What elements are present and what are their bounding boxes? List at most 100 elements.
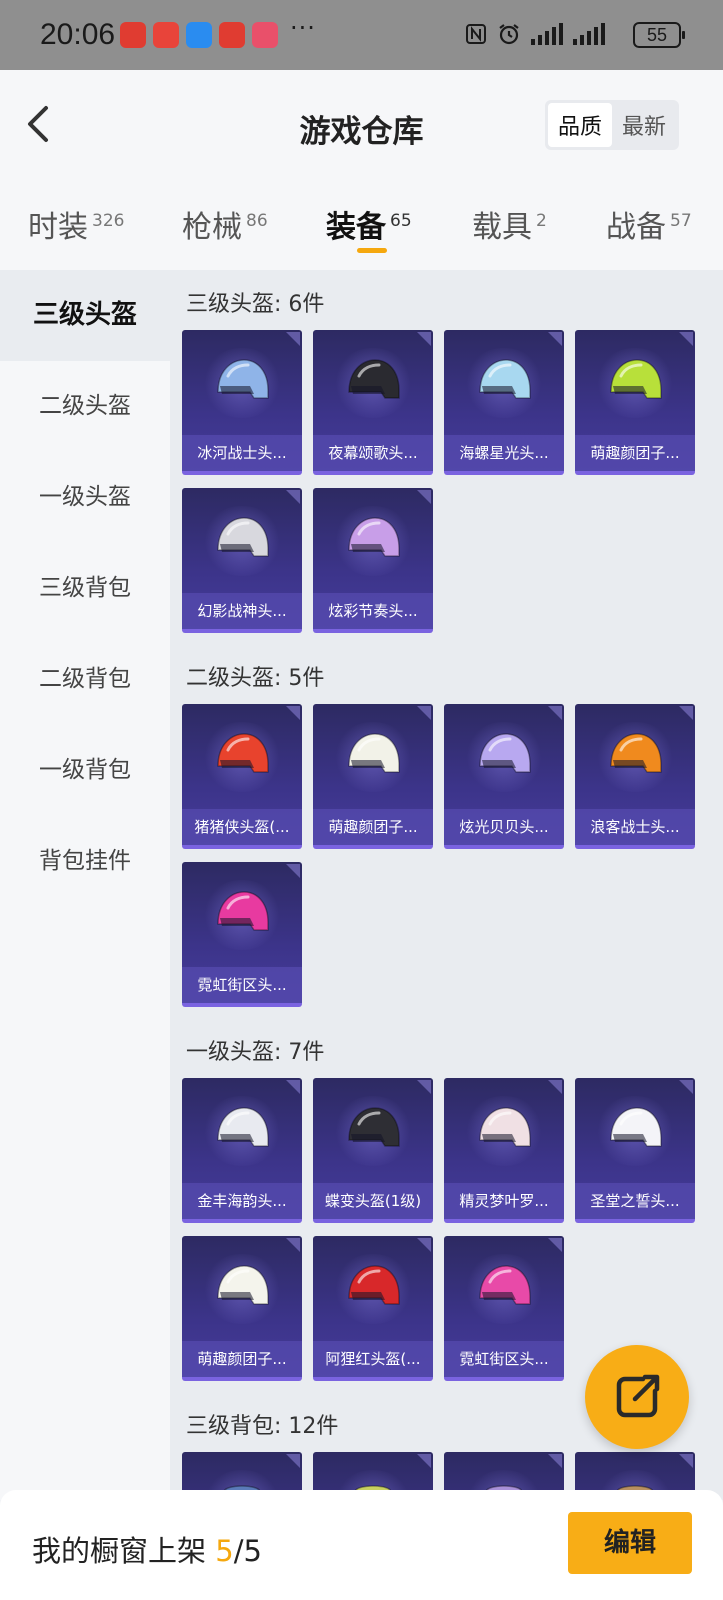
tab-vehicles[interactable]: 载具 2 bbox=[472, 202, 547, 246]
helmet-icon bbox=[479, 733, 531, 773]
item-card[interactable]: 幻影战神头... bbox=[182, 488, 302, 633]
app-notification-icon bbox=[153, 22, 179, 48]
item-card[interactable]: 金丰海韵头... bbox=[182, 1078, 302, 1223]
card-corner bbox=[679, 1454, 693, 1468]
helmet-icon bbox=[348, 517, 400, 557]
item-card[interactable]: 猪猪侠头盔(... bbox=[182, 704, 302, 849]
helmet-icon bbox=[479, 1107, 531, 1147]
card-corner bbox=[548, 1454, 562, 1468]
tab-label: 战备 bbox=[606, 210, 666, 245]
card-corner bbox=[548, 1080, 562, 1094]
item-card[interactable]: 炫光贝贝头... bbox=[444, 704, 564, 849]
tab-count: 2 bbox=[536, 211, 547, 231]
card-corner bbox=[286, 706, 300, 720]
helmet-icon bbox=[348, 359, 400, 399]
tab-supplies[interactable]: 战备 57 bbox=[606, 202, 692, 246]
helmet-icon bbox=[217, 1107, 269, 1147]
section-title: 三级背包: 12件 bbox=[186, 1414, 339, 1439]
sidebar-item-level1-backpack[interactable]: 一级背包 bbox=[0, 725, 170, 816]
item-card[interactable]: 蝶变头盔(1级) bbox=[313, 1078, 433, 1223]
section-title: 三级头盔: 6件 bbox=[186, 292, 325, 317]
card-corner bbox=[679, 706, 693, 720]
sort-toggle: 品质 最新 bbox=[544, 100, 679, 150]
helmet-icon bbox=[348, 1107, 400, 1147]
item-card[interactable]: 夜幕颂歌头... bbox=[313, 330, 433, 475]
tab-label: 枪械 bbox=[182, 210, 242, 245]
card-corner bbox=[286, 1454, 300, 1468]
helmet-icon bbox=[479, 1265, 531, 1305]
sidebar-item-level3-backpack[interactable]: 三级背包 bbox=[0, 543, 170, 634]
section-title: 二级头盔: 5件 bbox=[186, 666, 325, 691]
item-card[interactable]: 炫彩节奏头... bbox=[313, 488, 433, 633]
item-name: 阿狸红头盔(... bbox=[313, 1341, 433, 1377]
app-notification-icon bbox=[120, 22, 146, 48]
item-name: 浪客战士头... bbox=[575, 809, 695, 845]
item-name: 炫彩节奏头... bbox=[313, 593, 433, 629]
app-notification-icon bbox=[219, 22, 245, 48]
item-card[interactable]: 萌趣颜团子... bbox=[313, 704, 433, 849]
card-corner bbox=[417, 1454, 431, 1468]
item-card[interactable]: 海螺星光头... bbox=[444, 330, 564, 475]
status-bar: 20:06 ··· 55 bbox=[0, 0, 723, 70]
card-corner bbox=[286, 490, 300, 504]
card-corner bbox=[417, 332, 431, 346]
item-card[interactable]: 精灵梦叶罗... bbox=[444, 1078, 564, 1223]
item-card[interactable]: 霓虹街区头... bbox=[444, 1236, 564, 1381]
sidebar-item-level2-helmet[interactable]: 二级头盔 bbox=[0, 361, 170, 452]
tab-weapons[interactable]: 枪械 86 bbox=[182, 202, 268, 246]
item-card[interactable]: 阿狸红头盔(... bbox=[313, 1236, 433, 1381]
item-name: 炫光贝贝头... bbox=[444, 809, 564, 845]
sidebar-item-backpack-charms[interactable]: 背包挂件 bbox=[0, 816, 170, 907]
card-corner bbox=[679, 332, 693, 346]
item-name: 幻影战神头... bbox=[182, 593, 302, 629]
tab-label: 时装 bbox=[28, 210, 88, 245]
tab-count: 57 bbox=[670, 211, 692, 231]
active-tab-indicator bbox=[357, 248, 387, 253]
item-card[interactable]: 冰河战士头... bbox=[182, 330, 302, 475]
helmet-icon bbox=[479, 359, 531, 399]
helmet-icon bbox=[217, 1265, 269, 1305]
item-card[interactable]: 萌趣颜团子... bbox=[182, 1236, 302, 1381]
card-corner bbox=[417, 490, 431, 504]
app-notification-icon bbox=[186, 22, 212, 48]
item-name: 夜幕颂歌头... bbox=[313, 435, 433, 471]
item-card[interactable]: 圣堂之誓头... bbox=[575, 1078, 695, 1223]
item-card[interactable]: 萌趣颜团子... bbox=[575, 330, 695, 475]
helmet-icon bbox=[217, 359, 269, 399]
sidebar-item-level3-helmet[interactable]: 三级头盔 bbox=[0, 270, 170, 361]
card-corner bbox=[548, 1238, 562, 1252]
battery-icon: 55 bbox=[633, 22, 685, 48]
tab-count: 86 bbox=[246, 211, 268, 231]
sort-latest-button[interactable]: 最新 bbox=[612, 103, 676, 147]
helmet-icon bbox=[217, 891, 269, 931]
item-name: 霓虹街区头... bbox=[182, 967, 302, 1003]
item-card[interactable]: 浪客战士头... bbox=[575, 704, 695, 849]
tab-fashion[interactable]: 时装 326 bbox=[28, 202, 124, 246]
share-button[interactable] bbox=[585, 1345, 689, 1449]
item-name: 金丰海韵头... bbox=[182, 1183, 302, 1219]
item-card[interactable]: 霓虹街区头... bbox=[182, 862, 302, 1007]
more-notifications-icon: ··· bbox=[290, 14, 316, 42]
tab-label: 装备 bbox=[326, 210, 386, 245]
header: 游戏仓库 品质 最新 bbox=[0, 70, 723, 180]
item-name: 猪猪侠头盔(... bbox=[182, 809, 302, 845]
showcase-label: 我的橱窗上架 5/5 bbox=[32, 1528, 262, 1570]
item-name: 冰河战士头... bbox=[182, 435, 302, 471]
card-corner bbox=[286, 1238, 300, 1252]
nfc-icon bbox=[466, 24, 486, 44]
item-name: 圣堂之誓头... bbox=[575, 1183, 695, 1219]
tab-equipment[interactable]: 装备 65 bbox=[326, 202, 412, 246]
alarm-icon bbox=[499, 24, 519, 45]
helmet-icon bbox=[610, 359, 662, 399]
card-corner bbox=[548, 332, 562, 346]
card-corner bbox=[417, 1238, 431, 1252]
sidebar-item-level1-helmet[interactable]: 一级头盔 bbox=[0, 452, 170, 543]
sidebar-item-level2-backpack[interactable]: 二级背包 bbox=[0, 634, 170, 725]
signal-icon bbox=[531, 23, 563, 45]
back-arrow-icon[interactable] bbox=[20, 102, 60, 146]
signal-icon-2 bbox=[573, 23, 605, 45]
sort-quality-button[interactable]: 品质 bbox=[547, 103, 612, 147]
item-name: 海螺星光头... bbox=[444, 435, 564, 471]
sidebar: 三级头盔 二级头盔 一级头盔 三级背包 二级背包 一级背包 背包挂件 bbox=[0, 270, 170, 1500]
edit-button[interactable]: 编辑 bbox=[568, 1512, 692, 1574]
